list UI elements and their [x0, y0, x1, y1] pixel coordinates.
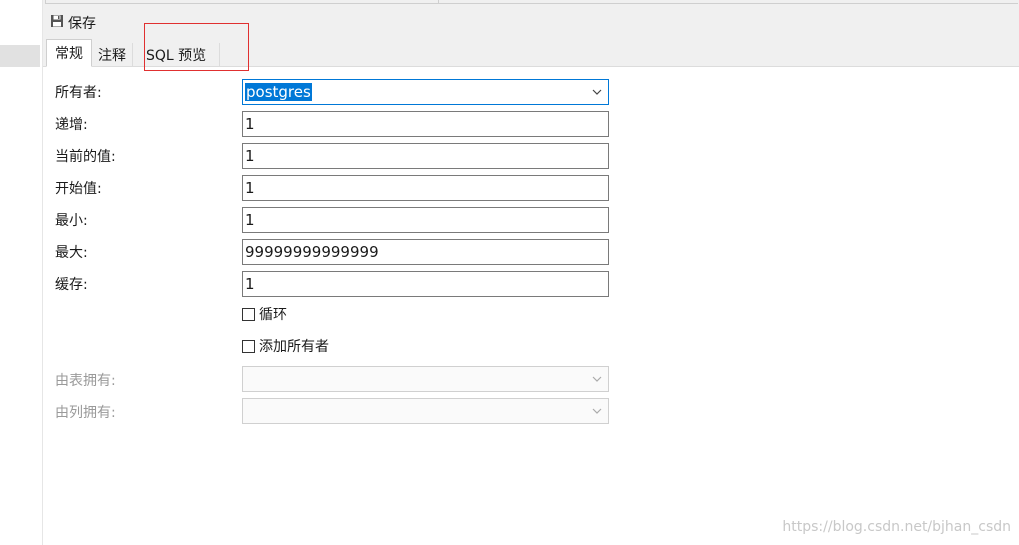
owned-by-table-select[interactable] — [242, 366, 609, 392]
max-label: 最大: — [55, 245, 88, 261]
increment-input[interactable]: 1 — [242, 111, 609, 137]
save-button[interactable]: 保存 — [50, 12, 96, 34]
add-owner-checkbox[interactable] — [242, 339, 255, 353]
owner-value: postgres — [245, 83, 312, 101]
tab-bar: 常规 注释 SQL 预览 — [46, 39, 221, 67]
start-label: 开始值: — [55, 181, 102, 197]
start-value: 1 — [245, 179, 255, 197]
chevron-down-icon — [592, 89, 602, 95]
chevron-down-icon — [592, 376, 602, 382]
cycle-checkbox-row[interactable]: 循环 — [242, 304, 287, 324]
min-input[interactable]: 1 — [242, 207, 609, 233]
current-value-input[interactable]: 1 — [242, 143, 609, 169]
cycle-label: 循环 — [259, 307, 287, 323]
chevron-down-icon — [592, 408, 602, 414]
current-value-value: 1 — [245, 147, 255, 165]
cache-input[interactable]: 1 — [242, 271, 609, 297]
owner-select[interactable]: postgres — [242, 79, 609, 105]
tab-general[interactable]: 常规 — [46, 39, 92, 67]
editor-tab-right — [438, 0, 1018, 4]
increment-label: 递增: — [55, 117, 88, 133]
add-owner-label: 添加所有者 — [259, 339, 329, 355]
watermark-text: https://blog.csdn.net/bjhan_csdn — [782, 519, 1011, 535]
owned-by-table-label: 由表拥有: — [55, 373, 116, 389]
start-input[interactable]: 1 — [242, 175, 609, 201]
current-value-label: 当前的值: — [55, 149, 116, 165]
owner-label: 所有者: — [55, 85, 102, 101]
max-value: 99999999999999 — [245, 243, 379, 261]
tab-comment[interactable]: 注释 — [92, 43, 133, 66]
owned-by-column-label: 由列拥有: — [55, 405, 116, 421]
toolbar-area: 保存 常规 注释 SQL 预览 — [43, 0, 1019, 67]
tab-sql-preview[interactable]: SQL 预览 — [133, 43, 221, 66]
owned-by-column-select[interactable] — [242, 398, 609, 424]
cache-value: 1 — [245, 275, 255, 293]
min-value: 1 — [245, 211, 255, 229]
cache-label: 缓存: — [55, 277, 88, 293]
sequence-form: 所有者: postgres 递增: 1 当前的值: 1 开始值: 1 最小: 1… — [43, 66, 1019, 545]
floppy-disk-icon — [50, 14, 64, 32]
left-panel-selected-item[interactable] — [0, 45, 40, 67]
add-owner-checkbox-row[interactable]: 添加所有者 — [242, 336, 329, 356]
max-input[interactable]: 99999999999999 — [242, 239, 609, 265]
increment-value: 1 — [245, 115, 255, 133]
cycle-checkbox[interactable] — [242, 307, 255, 321]
save-label: 保存 — [68, 16, 96, 32]
min-label: 最小: — [55, 213, 88, 229]
editor-tab-left[interactable] — [45, 0, 439, 4]
left-panel — [0, 0, 43, 545]
